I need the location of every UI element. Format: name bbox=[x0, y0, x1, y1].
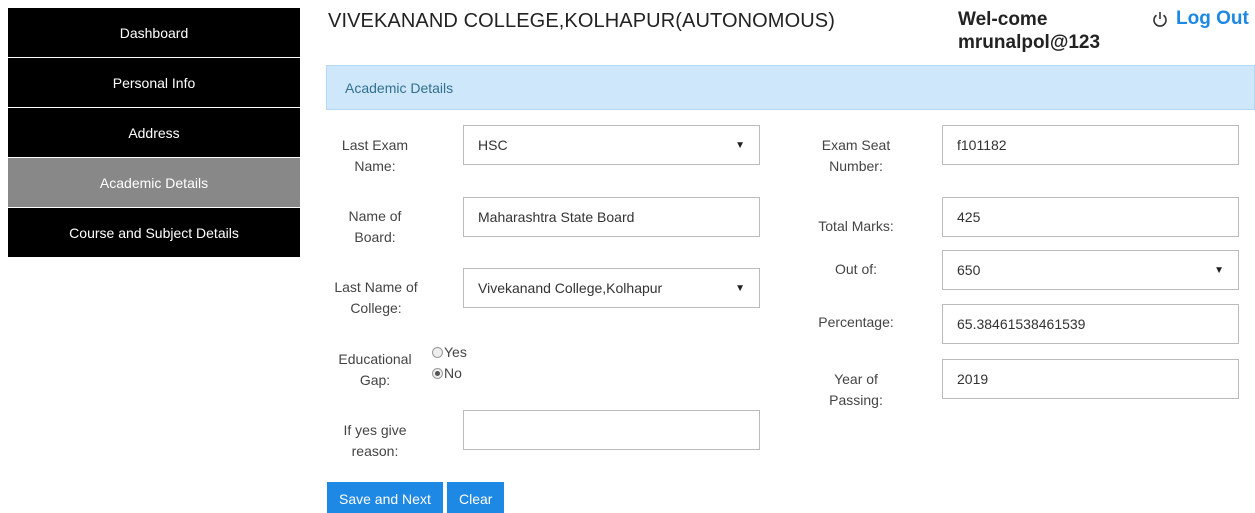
chevron-down-icon: ▼ bbox=[735, 282, 745, 294]
power-icon bbox=[1153, 12, 1167, 27]
percentage-label: Percentage: bbox=[818, 314, 894, 330]
chevron-down-icon: ▼ bbox=[1214, 264, 1224, 276]
board-input[interactable]: Maharashtra State Board bbox=[463, 197, 760, 237]
last-exam-label: Last Exam Name: bbox=[341, 137, 409, 174]
year-input[interactable]: 2019 bbox=[942, 359, 1239, 399]
reason-input[interactable] bbox=[463, 410, 760, 450]
gap-no-radio[interactable] bbox=[432, 368, 443, 379]
gap-no-label: No bbox=[444, 365, 462, 381]
sidebar-nav: Dashboard Personal Info Address Academic… bbox=[8, 8, 300, 258]
seat-input[interactable]: f101182 bbox=[942, 125, 1239, 165]
page-title: VIVEKANAND COLLEGE,KOLHAPUR(AUTONOMOUS) bbox=[328, 10, 835, 32]
gap-no-option[interactable]: No bbox=[432, 363, 467, 384]
chevron-down-icon: ▼ bbox=[735, 139, 745, 151]
gap-yes-radio[interactable] bbox=[432, 347, 443, 358]
college-select[interactable]: Vivekanand College,Kolhapur ▼ bbox=[463, 268, 760, 308]
total-marks-value: 425 bbox=[957, 209, 981, 225]
sidebar-item-address[interactable]: Address bbox=[8, 108, 300, 158]
out-of-value: 650 bbox=[957, 262, 981, 278]
board-value: Maharashtra State Board bbox=[478, 209, 635, 225]
sidebar-item-course-subject-details[interactable]: Course and Subject Details bbox=[8, 208, 300, 258]
year-label: Year of Passing: bbox=[829, 371, 883, 408]
out-of-select[interactable]: 650 ▼ bbox=[942, 250, 1239, 290]
out-of-label: Out of: bbox=[834, 261, 878, 277]
panel-heading: Academic Details bbox=[326, 65, 1255, 110]
college-label: Last Name of College: bbox=[334, 279, 418, 316]
total-marks-input[interactable]: 425 bbox=[942, 197, 1239, 237]
total-marks-label: Total Marks: bbox=[818, 218, 894, 234]
panel-title: Academic Details bbox=[345, 80, 454, 96]
clear-button[interactable]: Clear bbox=[447, 482, 505, 513]
gap-radio-group: Yes No bbox=[432, 342, 467, 384]
board-label: Name of Board: bbox=[348, 208, 402, 245]
username: mrunalpol@123 bbox=[958, 32, 1101, 53]
seat-value: f101182 bbox=[957, 137, 1007, 153]
logout-label: Log Out bbox=[1176, 8, 1249, 29]
save-and-next-button[interactable]: Save and Next bbox=[327, 482, 443, 513]
gap-yes-option[interactable]: Yes bbox=[432, 342, 467, 363]
logout-link[interactable]: Log Out bbox=[1150, 8, 1249, 30]
college-value: Vivekanand College,Kolhapur bbox=[478, 280, 663, 296]
sidebar-item-personal-info[interactable]: Personal Info bbox=[8, 58, 300, 108]
welcome-message: Wel-come mrunalpol@123 bbox=[958, 8, 1100, 54]
percentage-input[interactable]: 65.38461538461539 bbox=[942, 304, 1239, 344]
last-exam-select[interactable]: HSC ▼ bbox=[463, 125, 760, 165]
gap-label: Educational Gap: bbox=[338, 351, 412, 388]
year-value: 2019 bbox=[957, 371, 989, 387]
reason-label: If yes give reason: bbox=[343, 422, 407, 459]
last-exam-value: HSC bbox=[478, 137, 508, 153]
sidebar-item-dashboard[interactable]: Dashboard bbox=[8, 8, 300, 58]
gap-yes-label: Yes bbox=[444, 344, 467, 360]
sidebar-item-academic-details[interactable]: Academic Details bbox=[8, 158, 300, 208]
percentage-value: 65.38461538461539 bbox=[957, 316, 1086, 332]
welcome-label: Wel-come bbox=[958, 9, 1048, 30]
seat-label: Exam Seat Number: bbox=[821, 137, 891, 174]
